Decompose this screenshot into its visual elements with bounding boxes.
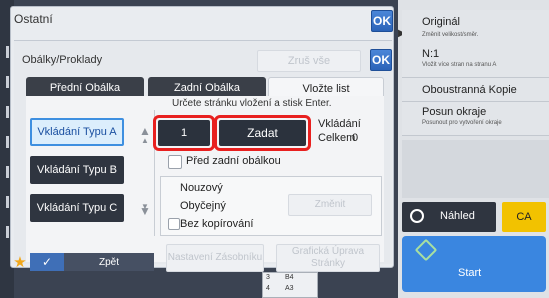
screen: Ostatní OK Obálky/Proklady Zruš vše OK P… [0, 0, 549, 298]
right-spacer [402, 140, 549, 198]
page-number-input[interactable]: 1 [158, 120, 210, 146]
total-inserts-label-2: Celkem [318, 132, 356, 144]
original-title: Originál [422, 16, 460, 28]
paper-size-a3: A3 [285, 285, 294, 292]
original-subtitle: Změnit velikost/směr. [422, 32, 479, 38]
before-back-cover-checkbox[interactable] [168, 155, 182, 169]
duplex-title: Oboustranná Kopie [422, 84, 517, 96]
enter-button[interactable]: Zadat [219, 120, 306, 146]
margin-shift-subtitle: Posunout pro vytvoření okraje [422, 120, 502, 126]
clear-all-ca-button[interactable]: CA [502, 202, 546, 232]
tray-number-3: 3 [266, 274, 270, 281]
before-back-cover-label: Před zadní obálkou [186, 155, 281, 167]
insert-type-a-button[interactable]: Vkládání Typu A [30, 118, 124, 146]
start-diamond-icon [414, 238, 438, 262]
paper-source-label: Nouzový [180, 182, 223, 194]
duplex-item[interactable]: Oboustranná Kopie [402, 78, 549, 102]
n-up-subtitle: Vložit více stran na stranu A [422, 62, 497, 68]
other-dialog-title: Ostatní [14, 12, 53, 26]
outer-ok-button[interactable]: OK [371, 10, 393, 32]
inner-ok-button[interactable]: OK [370, 49, 392, 71]
clear-all-button[interactable]: Zruš vše [257, 50, 361, 72]
tray-setting-button[interactable]: Nastavení Zásobníku [166, 244, 264, 272]
insert-type-c-button[interactable]: Vkládání Typu C [30, 194, 124, 222]
graphic-edit-button[interactable]: Grafická Úprava Stránky [276, 244, 380, 272]
start-label: Start [458, 267, 482, 279]
n-up-title: N:1 [422, 48, 440, 60]
start-button[interactable]: Start [402, 236, 546, 292]
back-button[interactable]: Zpět [64, 253, 154, 271]
paper-type-label: Obyčejný [180, 200, 226, 212]
scroll-up-icon[interactable]: ▲ ▲ [138, 124, 152, 152]
favorite-star-icon[interactable]: ★ [10, 253, 30, 271]
preview-label: Náhled [440, 210, 475, 222]
margin-shift-item[interactable]: Posun okraje Posunout pro vytvoření okra… [402, 102, 549, 136]
instruction-text: Určete stránku vložení a stisk Enter. [172, 98, 332, 109]
scroll-down-icon[interactable]: ▼ ▼ [138, 198, 152, 226]
checkmark-icon[interactable]: ✓ [30, 253, 64, 271]
margin-shift-title: Posun okraje [422, 106, 487, 118]
preview-button[interactable]: Náhled [402, 202, 496, 232]
change-paper-button[interactable]: Změnit [288, 194, 372, 216]
no-copy-label: Bez kopírování [180, 218, 254, 230]
tray-number-4: 4 [266, 285, 270, 292]
insert-type-b-button[interactable]: Vkládání Typu B [30, 156, 124, 184]
preview-magnifier-icon [410, 209, 424, 223]
total-inserts-label-1: Vkládání [318, 118, 361, 130]
paper-tray-indicator: 3 B4 4 A3 [262, 272, 318, 298]
paper-size-b4: B4 [285, 274, 294, 281]
no-copy-checkbox[interactable] [168, 218, 180, 230]
total-inserts-value: 0 [352, 132, 359, 144]
covers-inserts-title: Obálky/Proklady [22, 54, 103, 66]
n-up-item[interactable]: N:1 Vložit více stran na stranu A [402, 44, 549, 78]
